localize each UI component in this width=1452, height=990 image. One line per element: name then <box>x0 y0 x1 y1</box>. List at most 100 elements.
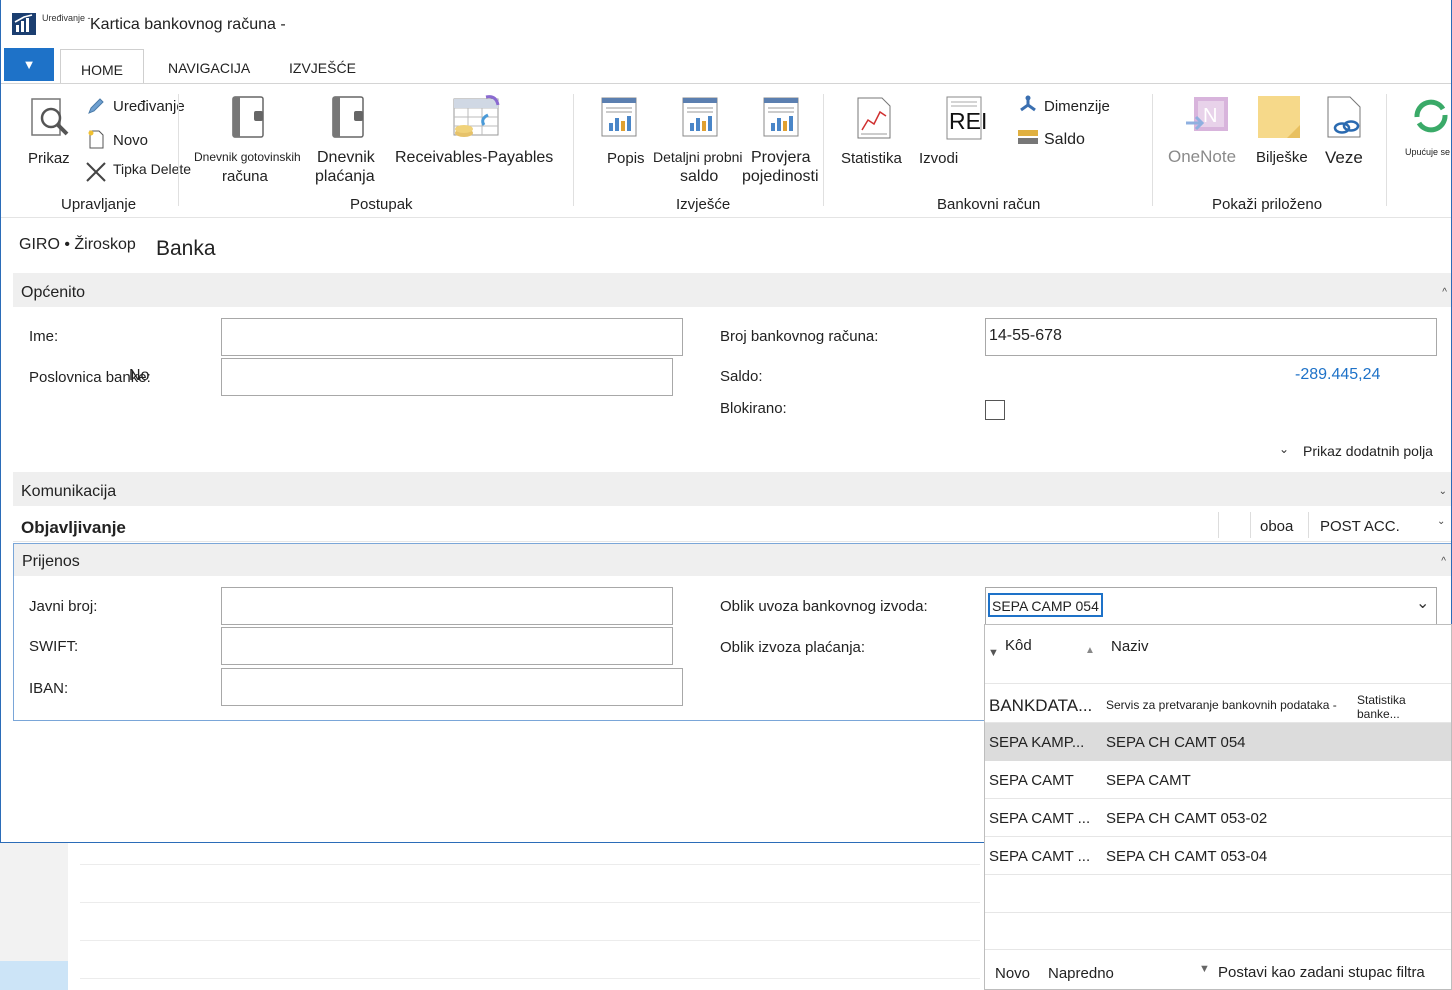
dnevnik-placanja-label[interactable]: Dnevnik <box>317 148 375 167</box>
chevron-up-icon: ^ <box>1442 287 1447 298</box>
onenote-button[interactable]: OneNote <box>1168 147 1236 166</box>
column-separator <box>1218 512 1219 538</box>
javni-broj-field[interactable] <box>221 587 673 625</box>
background-sidebar <box>0 843 68 990</box>
group-label-bankovni-racun: Bankovni račun <box>937 196 1041 213</box>
group-label-upravljanje: Upravljanje <box>61 196 137 213</box>
ribbon-separator <box>573 94 574 206</box>
statistics-chart-icon <box>856 96 892 145</box>
ribbon-separator <box>823 94 824 206</box>
ribbon: Prikaz Uređivanje Novo Tipka Delete Upra… <box>1 83 1451 218</box>
oblik-uvoza-select[interactable]: SEPA CAMP 054 ⌄ <box>985 587 1437 625</box>
blokirano-checkbox[interactable] <box>985 400 1005 420</box>
ime-field[interactable] <box>221 318 683 356</box>
dimensions-icon <box>1018 95 1038 120</box>
dropdown-row[interactable]: SEPA CAMT SEPA CAMT <box>985 761 1451 799</box>
provjera-label[interactable]: Provjera <box>751 148 811 167</box>
view-magnifier-icon[interactable] <box>29 96 73 145</box>
receivables-payables-icon <box>452 93 504 146</box>
application-menu-button[interactable]: ▼ <box>4 48 54 81</box>
breadcrumb: GIRO • Žiroskop <box>19 236 136 253</box>
javni-broj-label: Javni broj: <box>29 598 98 615</box>
section-objavljivanje[interactable]: Objavljivanje oboa POST ACC. ⌄ <box>13 508 1451 542</box>
column-header-name[interactable]: Naziv <box>1111 638 1149 655</box>
filter-icon[interactable]: ▼ <box>988 647 999 659</box>
saldo-button[interactable]: Saldo <box>1044 131 1085 149</box>
novo-button[interactable]: Novo <box>113 132 148 149</box>
provjera-label-2[interactable]: pojedinosti <box>742 167 819 186</box>
poslovnica-field[interactable] <box>221 358 673 396</box>
column-header-code[interactable]: Kôd <box>1005 637 1032 654</box>
tab-navigacija[interactable]: NAVIGACIJA <box>168 54 250 83</box>
section-title: Općenito <box>21 284 86 301</box>
dropdown-row[interactable]: SEPA CAMT ... SEPA CH CAMT 053-02 <box>985 799 1451 837</box>
section-prijenos[interactable]: Prijenos ^ <box>14 544 1451 576</box>
dropdown-row-selected[interactable]: SEPA KAMP... SEPA CH CAMT 054 <box>985 723 1451 761</box>
section-title: Objavljivanje <box>21 518 126 537</box>
set-default-filter-button[interactable]: Postavi kao zadani stupac filtra <box>1218 964 1425 981</box>
veze-button[interactable]: Veze <box>1325 148 1363 167</box>
dropdown-row[interactable]: BANKDATA... Servis za pretvaranje bankov… <box>985 685 1451 723</box>
background-row-line <box>80 940 980 941</box>
uredivanje-button[interactable]: Uređivanje <box>113 98 185 115</box>
show-more-fields-link[interactable]: Prikaz dodatnih polja <box>1303 443 1433 459</box>
popis-button[interactable]: Popis <box>607 149 645 168</box>
refresh-icon <box>1411 97 1451 140</box>
dropdown-advanced-button[interactable]: Napredno <box>1048 965 1114 982</box>
dropdown-new-button[interactable]: Novo <box>995 965 1030 982</box>
detaljni-probni-label[interactable]: Detaljni probni <box>653 148 743 167</box>
page-title: Banka <box>156 237 216 260</box>
divider <box>985 874 1451 875</box>
filter-icon: ▼ <box>1199 963 1210 975</box>
swift-field[interactable] <box>221 627 673 665</box>
swift-label: SWIFT: <box>29 638 79 655</box>
links-icon <box>1326 95 1366 144</box>
dimenzije-button[interactable]: Dimenzije <box>1044 98 1110 115</box>
tipka-delete-button[interactable]: Tipka Delete <box>113 161 191 177</box>
column-separator <box>1308 512 1309 538</box>
dnevnik-gotovinskih-label[interactable]: Dnevnik gotovinskih <box>194 148 301 167</box>
broj-racuna-label: Broj bankovnog računa: <box>720 328 879 345</box>
app-logo-icon <box>12 13 36 35</box>
window-title: Kartica bankovnog računa - <box>90 16 286 33</box>
objavljivanje-field-1: oboa <box>1260 518 1294 535</box>
ime-label: Ime: <box>29 328 59 345</box>
upucuje-button[interactable]: Upućuje se <box>1405 147 1450 157</box>
dropdown-row[interactable]: SEPA CAMT ... SEPA CH CAMT 053-04 <box>985 837 1451 875</box>
biljeske-button[interactable]: Bilješke <box>1256 148 1308 167</box>
saldo-value-link[interactable]: -289.445,24 <box>1295 366 1380 384</box>
delete-x-icon <box>85 161 107 188</box>
chevron-down-icon: ⌄ <box>1437 516 1446 527</box>
ribbon-separator <box>1386 94 1387 206</box>
saldo-label: Saldo: <box>720 368 763 385</box>
chevron-down-icon: ⌄ <box>1438 486 1447 497</box>
detaljni-probni-label-2[interactable]: saldo <box>680 167 718 186</box>
poslovnica-overlay-text: No <box>129 367 150 384</box>
iban-field[interactable] <box>221 668 683 706</box>
chevron-up-icon: ^ <box>1441 556 1446 567</box>
statistika-button[interactable]: Statistika <box>841 149 902 168</box>
section-komunikacija[interactable]: Komunikacija ⌄ <box>13 472 1451 506</box>
broj-racuna-field[interactable]: 14-55-678 <box>985 318 1437 356</box>
chevron-down-icon[interactable]: ⌄ <box>1416 593 1429 613</box>
cash-journal-icon <box>230 95 266 144</box>
izvodi-button[interactable]: Izvodi <box>919 149 958 168</box>
section-title: Komunikacija <box>21 483 117 500</box>
group-label-postupak: Postupak <box>350 196 413 213</box>
prikaz-button[interactable]: Prikaz <box>28 149 70 168</box>
report-list-icon <box>601 97 637 142</box>
background-row-line <box>80 864 980 865</box>
receivables-payables-button[interactable]: Receivables-Payables <box>395 148 553 167</box>
onenote-icon: N <box>1184 95 1230 144</box>
dnevnik-gotovinskih-label-2[interactable]: računa <box>222 167 268 186</box>
window-mode-label: Uređivanje - <box>42 13 91 23</box>
chevron-down-icon: ⌄ <box>1279 442 1290 456</box>
section-opcenito[interactable]: Općenito ^ <box>13 273 1451 307</box>
objavljivanje-field-2: POST ACC. <box>1320 518 1400 535</box>
ribbon-separator <box>178 94 179 206</box>
oblik-uvoza-label: Oblik uvoza bankovnog izvoda: <box>720 598 928 615</box>
tab-home[interactable]: HOME <box>60 49 144 84</box>
tab-izvjesce[interactable]: IZVJEŠĆE <box>289 54 356 83</box>
dnevnik-placanja-label-2[interactable]: plaćanja <box>315 167 375 186</box>
top-strip <box>1 0 1451 4</box>
